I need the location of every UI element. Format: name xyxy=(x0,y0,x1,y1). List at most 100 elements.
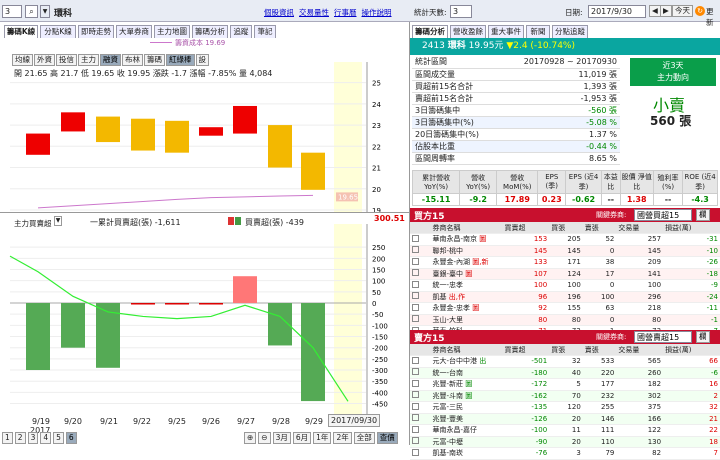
broker-name[interactable]: 臺銀-臺中 圖 xyxy=(430,268,503,280)
table-row[interactable]: 元富-三民 -135 120 255 375 32 xyxy=(410,401,720,414)
table-row[interactable]: 統一-台南 -180 40 220 260 -6 xyxy=(410,367,720,379)
row-checkbox[interactable] xyxy=(410,279,431,292)
column-header[interactable]: 損益(萬) xyxy=(663,344,720,356)
broker-name[interactable]: 永豐金-忠孝 圖 xyxy=(430,302,503,315)
row-checkbox[interactable] xyxy=(410,233,431,246)
row-checkbox[interactable] xyxy=(410,424,431,437)
column-header[interactable]: 賣張 xyxy=(582,344,617,356)
broker-name[interactable]: 兆豐-豐美 xyxy=(430,413,503,425)
column-header[interactable]: 券商名稱 xyxy=(430,344,503,356)
table-row[interactable]: 永豐金-忠孝 圖 92 155 63 218 -11 xyxy=(410,302,720,315)
table-row[interactable]: 玉山-大里 80 80 0 80 -1 xyxy=(410,314,720,326)
table-row[interactable]: 臺銀-臺中 圖 107 124 17 141 -18 xyxy=(410,268,720,280)
column-header[interactable]: 交易量 xyxy=(616,344,664,356)
table-row[interactable]: 凱基 出,作 96 196 100 296 -24 xyxy=(410,291,720,303)
broker-name[interactable]: 統一-台南 xyxy=(430,367,503,379)
row-checkbox[interactable] xyxy=(410,291,431,303)
row-checkbox[interactable] xyxy=(410,355,431,368)
table-row[interactable]: 永豐金-內湖 圖,新 133 171 38 209 -26 xyxy=(410,256,720,269)
table-row[interactable]: 統一-忠孝 100 100 0 100 -9 xyxy=(410,279,720,292)
table-row[interactable]: 元大-台中中港 出 -501 32 533 565 66 xyxy=(410,355,720,368)
page-3[interactable]: 3 xyxy=(27,432,39,444)
table-row[interactable]: 華南永昌-嘉仔 -100 11 111 122 22 xyxy=(410,424,720,437)
page-1[interactable]: 1 xyxy=(2,432,13,444)
row-checkbox[interactable] xyxy=(410,436,431,448)
link-volume[interactable]: 交易量性 xyxy=(299,7,329,18)
range-query[interactable]: 查價 xyxy=(376,432,398,444)
tab-chip-analysis[interactable]: 籌碼分析 xyxy=(192,25,228,38)
prev-day-button[interactable]: ◀ xyxy=(649,5,661,17)
page-6[interactable]: 6 xyxy=(65,432,77,444)
tab-big-broker[interactable]: 大單券商 xyxy=(116,25,152,38)
table-row[interactable]: 聯邦-桃中 145 145 0 145 -10 xyxy=(410,245,720,257)
row-checkbox[interactable] xyxy=(410,268,431,280)
row-checkbox[interactable] xyxy=(410,314,431,326)
table-row[interactable]: 兆豐-斗南 圖 -162 70 232 302 2 xyxy=(410,390,720,402)
column-header[interactable]: 交易量 xyxy=(616,222,664,234)
tab-realtime[interactable]: 即時走勢 xyxy=(78,25,114,38)
broker-name[interactable]: 兆豐-斗南 圖 xyxy=(430,390,503,402)
range-3m[interactable]: 3月 xyxy=(272,432,291,444)
chevron-down-icon[interactable]: ▼ xyxy=(40,5,50,18)
broker-name[interactable]: 元富-中壢 xyxy=(430,436,503,448)
column-header[interactable]: 賣張 xyxy=(582,222,617,234)
row-checkbox[interactable] xyxy=(410,401,431,414)
zoom-in-icon[interactable]: ⊕ xyxy=(244,432,257,444)
tab-chip[interactable]: 籌碼分析 xyxy=(412,25,448,38)
broker-name[interactable]: 華南永昌-南京 圖 xyxy=(430,233,503,246)
link-calendar[interactable]: 行事曆 xyxy=(334,7,357,18)
today-button[interactable]: 今天 xyxy=(672,5,693,17)
table-row[interactable]: 兆豐-新莊 圖 -172 5 177 182 16 xyxy=(410,378,720,391)
table-row[interactable]: 凱基-南崁 -76 3 79 82 7 xyxy=(410,447,720,460)
broker-name[interactable]: 統一-忠孝 xyxy=(430,279,503,292)
page-4[interactable]: 4 xyxy=(40,432,52,444)
column-header[interactable]: 損益(萬) xyxy=(663,222,720,234)
row-checkbox[interactable] xyxy=(410,245,431,257)
row-checkbox[interactable] xyxy=(410,413,431,425)
column-header[interactable] xyxy=(410,222,431,234)
row-checkbox[interactable] xyxy=(410,367,431,379)
broker-name[interactable]: 玉山-大里 xyxy=(430,314,503,326)
range-all[interactable]: 全部 xyxy=(353,432,375,444)
broker-name[interactable]: 元大-台中中港 出 xyxy=(430,355,503,368)
zoom-out-icon[interactable]: ⊖ xyxy=(258,432,271,444)
period-select[interactable]: 3 xyxy=(450,5,472,18)
link-help[interactable]: 操作說明 xyxy=(362,7,392,18)
buy-column-button[interactable]: 欄 xyxy=(696,209,710,221)
table-row[interactable]: 華南永昌-南京 圖 153 205 52 257 -31 xyxy=(410,233,720,246)
row-checkbox[interactable] xyxy=(410,378,431,391)
stock-select[interactable]: 3 xyxy=(2,5,22,18)
search-icon[interactable]: ⌕ xyxy=(25,5,38,18)
tab-main-map[interactable]: 主力地圖 xyxy=(154,25,190,38)
range-1y[interactable]: 1年 xyxy=(313,432,332,444)
buy-filter-select[interactable]: 國營買超15 xyxy=(634,209,692,221)
broker-name[interactable]: 凱基 出,作 xyxy=(430,291,503,303)
column-header[interactable] xyxy=(410,344,431,356)
tab-news[interactable]: 新聞 xyxy=(526,25,550,38)
sell-filter-select[interactable]: 國營賣超15 xyxy=(634,331,692,343)
broker-name[interactable]: 華南永昌-嘉仔 xyxy=(430,424,503,437)
column-header[interactable]: 買賣超 xyxy=(502,344,550,356)
column-header[interactable]: 買張 xyxy=(549,222,583,234)
broker-name[interactable]: 元富-三民 xyxy=(430,401,503,414)
page-2[interactable]: 2 xyxy=(14,432,26,444)
column-header[interactable]: 券商名稱 xyxy=(430,222,503,234)
table-row[interactable]: 兆豐-豐美 -126 20 146 166 21 xyxy=(410,413,720,425)
tab-notes[interactable]: 筆記 xyxy=(254,25,276,38)
broker-name[interactable]: 永豐金-內湖 圖,新 xyxy=(430,256,503,269)
range-6m[interactable]: 6月 xyxy=(292,432,312,444)
range-2y[interactable]: 2年 xyxy=(333,432,352,444)
row-checkbox[interactable] xyxy=(410,302,431,315)
column-header[interactable]: 買張 xyxy=(549,344,583,356)
row-checkbox[interactable] xyxy=(410,390,431,402)
update-button[interactable]: 更新 xyxy=(706,6,720,28)
sell-column-button[interactable]: 欄 xyxy=(696,331,710,343)
tab-branch-track[interactable]: 分點追蹤 xyxy=(552,25,588,38)
link-stock-info[interactable]: 個股資訊 xyxy=(264,7,294,18)
row-checkbox[interactable] xyxy=(410,447,431,460)
broker-name[interactable]: 凱基-南崁 xyxy=(430,447,503,460)
broker-name[interactable]: 兆豐-新莊 圖 xyxy=(430,378,503,391)
page-5[interactable]: 5 xyxy=(53,432,64,444)
tab-branch-kline[interactable]: 分點K線 xyxy=(40,25,76,38)
row-checkbox[interactable] xyxy=(410,256,431,269)
